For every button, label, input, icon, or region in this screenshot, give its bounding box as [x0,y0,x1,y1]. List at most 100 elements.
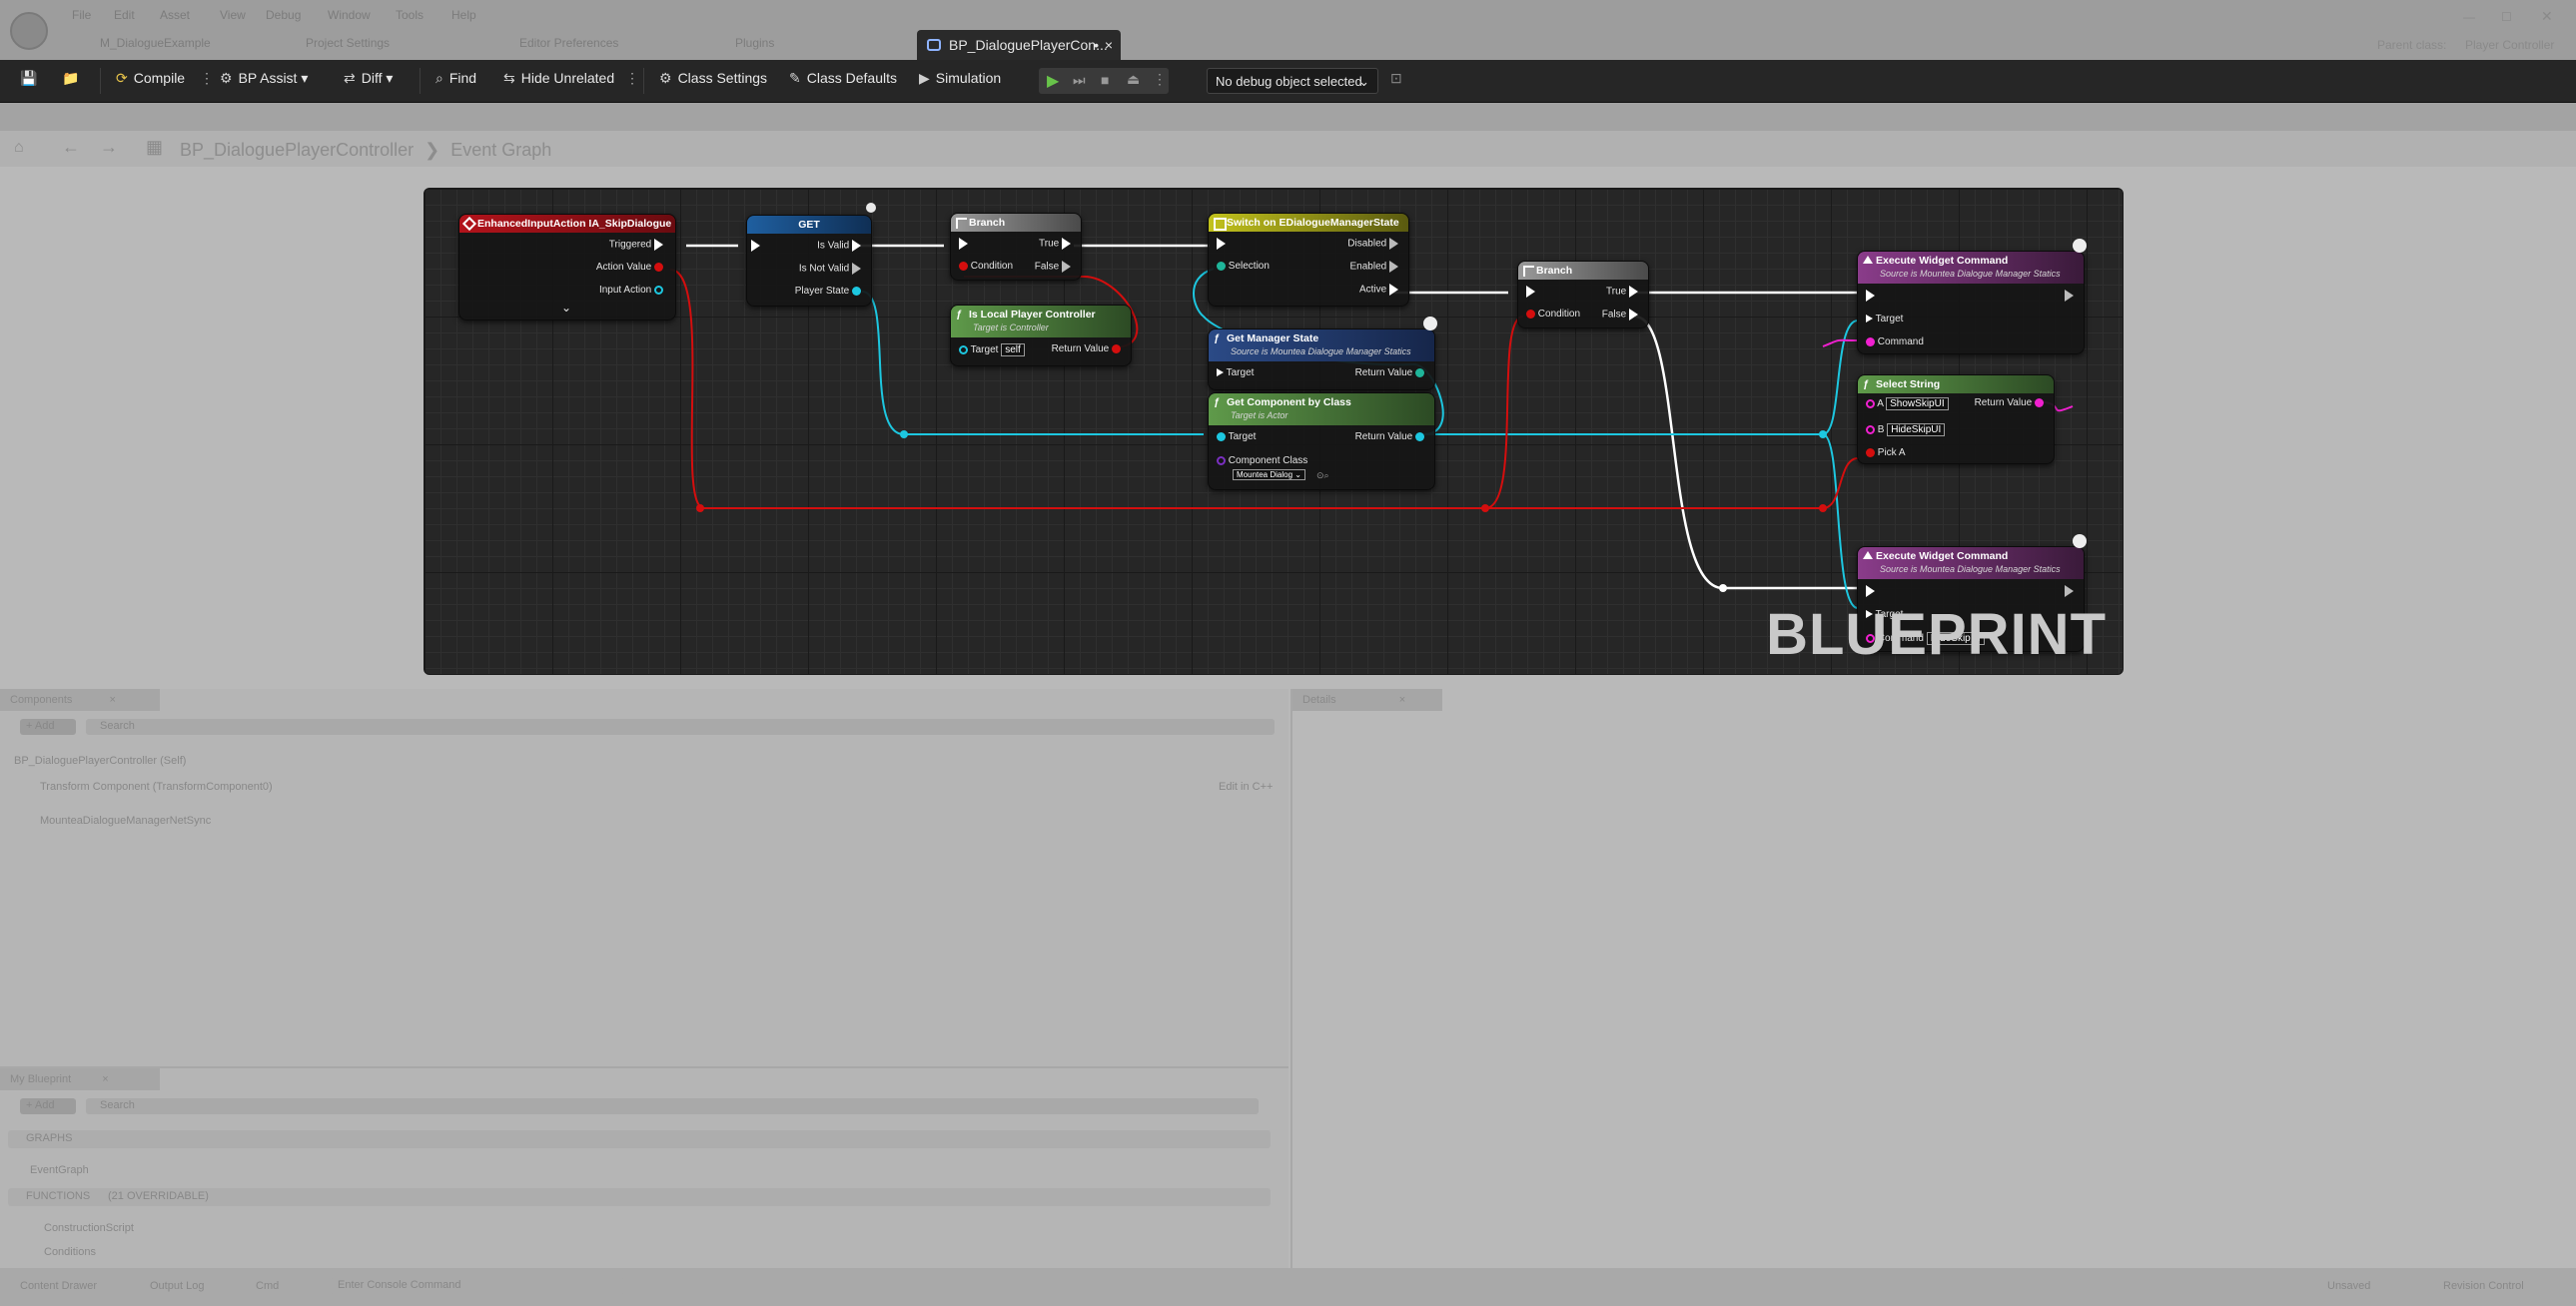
node-get-validated[interactable]: GET Is Valid Is Not Valid Player State [746,215,872,307]
pin-active[interactable]: Active [1359,284,1398,296]
menu-view[interactable]: View [220,8,246,22]
forward-icon[interactable]: → [100,137,118,158]
unreal-logo-icon[interactable] [10,12,48,50]
pin-return-value[interactable]: Return Value [1355,367,1424,378]
play-options-icon[interactable]: ⋮ [1153,71,1167,88]
menu-window[interactable]: Window [328,8,371,22]
browse-asset-icon[interactable]: ⊙⌕ [1316,470,1329,481]
hide-unrelated-button[interactable]: ⇆ Hide Unrelated [503,70,614,87]
bp-assist-button[interactable]: ⚙ BP Assist ▾ [220,70,308,87]
console-command-input[interactable]: Enter Console Command [330,1278,625,1294]
pin-component-class[interactable]: Component Class [1217,455,1307,466]
pin-is-not-valid[interactable]: Is Not Valid [799,263,861,275]
pin-player-state[interactable]: Player State [795,286,861,297]
maximize-icon[interactable]: ☐ [2501,10,2512,24]
menu-edit[interactable]: Edit [114,8,135,22]
home-icon[interactable]: ⌂ [14,139,24,157]
node-is-local-player-controller[interactable]: ƒ Is Local Player Controller Target is Co… [950,305,1132,366]
function-item[interactable]: Conditions [44,1246,96,1258]
output-log-button[interactable]: Output Log [150,1280,204,1292]
pin-target[interactable]: Target self [959,343,1025,356]
class-defaults-button[interactable]: ✎ Class Defaults [789,70,897,87]
breadcrumb-graph[interactable]: Event Graph [450,140,551,160]
pin-action-value[interactable]: Action Value [596,262,663,273]
pin-false[interactable]: False [1602,309,1638,321]
save-icon[interactable]: 💾 [20,70,37,87]
node-branch-1[interactable]: Branch True Condition False [950,213,1082,281]
revision-control-button[interactable]: Revision Control [2443,1280,2524,1292]
pin-target[interactable]: Target [1866,314,1903,325]
node-switch-dialogue-state[interactable]: Switch on EDialogueManagerState Selectio… [1208,213,1409,307]
menu-file[interactable]: File [72,8,91,22]
unsaved-indicator[interactable]: Unsaved [2327,1280,2370,1292]
play-icon[interactable]: ▶ [1047,71,1059,91]
functions-section[interactable]: FUNCTIONS (21 OVERRIDABLE) [8,1188,1271,1206]
browse-icon[interactable]: 📁 [62,70,79,87]
menu-debug[interactable]: Debug [266,8,301,22]
minimize-icon[interactable]: — [2463,10,2475,24]
menu-asset[interactable]: Asset [160,8,190,22]
breadcrumb-blueprint[interactable]: BP_DialoguePlayerController [180,140,414,160]
compile-button[interactable]: ⟳ Compile [116,70,185,87]
exec-out-pin[interactable] [2065,290,2074,302]
expand-chevron-icon[interactable]: ⌄ [561,301,571,315]
pin-input-action[interactable]: Input Action [599,285,663,296]
menu-help[interactable]: Help [451,8,476,22]
tab-dialogue-example[interactable]: M_DialogueExample [100,36,211,58]
node-select-string[interactable]: ƒ Select String A ShowSkipUI Return Value… [1857,374,2055,464]
debug-object-select[interactable]: No debug object selected ⌄ [1207,68,1378,94]
debug-filter-icon[interactable]: ⊡ [1390,70,1402,87]
tab-plugins[interactable]: Plugins [735,36,774,58]
components-search-input[interactable]: Search [86,719,1275,735]
pin-is-valid[interactable]: Is Valid [817,240,861,252]
add-member-button[interactable]: + Add [20,1098,76,1114]
tab-bp-dialogue-player-controller[interactable]: BP_DialoguePlayerCon... • × [917,30,1121,60]
node-execute-widget-command-1[interactable]: Execute Widget Command Source is Mountea… [1857,251,2085,354]
exec-in-pin[interactable] [1866,290,1875,302]
tab-project-settings[interactable]: Project Settings [306,36,390,58]
component-class-dropdown[interactable]: Mountea Dialog ⌄ [1233,469,1305,480]
component-item[interactable]: MounteaDialogueManagerNetSync [40,815,211,827]
close-tab-icon[interactable]: × [1105,30,1113,60]
pin-target[interactable]: Target [1217,431,1256,442]
pin-condition[interactable]: Condition [959,261,1013,272]
diff-button[interactable]: ⇄ Diff ▾ [344,70,393,87]
content-drawer-button[interactable]: Content Drawer [20,1280,97,1292]
node-get-component-by-class[interactable]: ƒ Get Component by Class Target is Actor … [1208,392,1435,490]
component-root[interactable]: BP_DialoguePlayerController (Self) [14,755,186,767]
component-item[interactable]: Transform Component (TransformComponent0… [40,781,273,793]
node-get-manager-state[interactable]: ƒ Get Manager State Source is Mountea Dia… [1208,328,1435,390]
details-tab[interactable]: Details × [1292,689,1442,711]
pin-return-value[interactable]: Return Value [1975,397,2044,408]
hierarchy-icon[interactable]: ▦ [146,137,163,158]
exec-out-pin[interactable] [2065,585,2074,597]
pin-true[interactable]: True [1039,238,1071,250]
stop-icon[interactable]: ■ [1101,72,1109,88]
pin-command[interactable]: Command [1866,336,1924,347]
exec-in-pin[interactable] [751,240,760,252]
pin-b[interactable]: B HideSkipUI [1866,423,1946,436]
pin-disabled[interactable]: Disabled [1347,238,1398,250]
tab-editor-preferences[interactable]: Editor Preferences [519,36,618,58]
class-settings-button[interactable]: ⚙ Class Settings [659,70,767,87]
simulation-button[interactable]: ▶ Simulation [919,70,1001,87]
b-value[interactable]: HideSkipUI [1887,423,1946,436]
comment-bubble-icon[interactable] [866,203,876,213]
exec-in-pin[interactable] [1217,238,1226,250]
close-window-icon[interactable]: ✕ [2541,8,2553,25]
pin-target[interactable]: Target [1217,367,1254,378]
pin-true[interactable]: True [1606,286,1638,298]
pin-a[interactable]: A ShowSkipUI [1866,397,1949,410]
pin-pick-a[interactable]: Pick A [1866,447,1906,458]
pin-condition[interactable]: Condition [1526,309,1580,320]
node-enhanced-input-action[interactable]: EnhancedInputAction IA_SkipDialogue Trig… [458,214,676,321]
pin-enabled[interactable]: Enabled [1350,261,1398,273]
my-blueprint-search-input[interactable]: Search [86,1098,1259,1114]
pin-return-value[interactable]: Return Value [1355,431,1424,442]
menu-tools[interactable]: Tools [396,8,424,22]
add-component-button[interactable]: + Add [20,719,76,735]
hide-unrelated-options-icon[interactable]: ⋮ [625,70,639,87]
graphs-section[interactable]: GRAPHS [8,1130,1271,1148]
components-tab[interactable]: Components × [0,689,160,711]
event-graph-item[interactable]: EventGraph [30,1164,89,1176]
